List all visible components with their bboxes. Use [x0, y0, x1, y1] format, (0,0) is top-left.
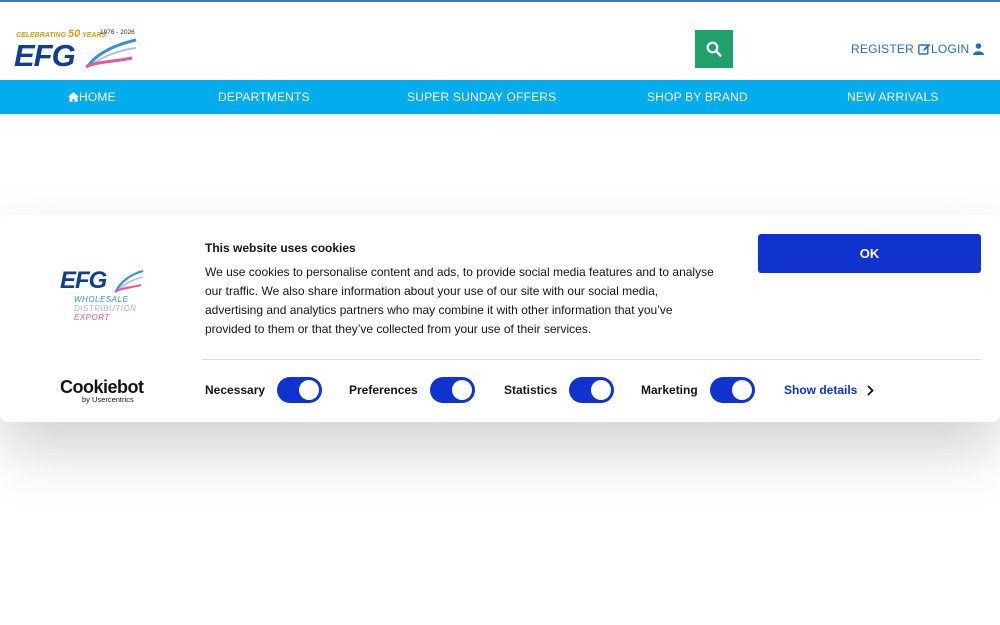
search-button[interactable]	[695, 30, 733, 68]
banner-logo-line-distribution: DISTRIBUTION	[74, 304, 137, 313]
nav-item-home[interactable]: HOME	[68, 80, 116, 114]
cookiebot-logo[interactable]: Cookiebot by Usercentrics	[60, 377, 150, 404]
toggle-group-statistics: Statistics	[504, 377, 615, 403]
toggle-knob	[299, 380, 320, 400]
nav-item-shop-by-brand[interactable]: SHOP BY BRAND	[647, 80, 748, 114]
search-icon	[706, 41, 722, 57]
toggle-necessary[interactable]	[277, 377, 323, 403]
banner-logo-line-wholesale: WHOLESALE	[74, 295, 129, 304]
show-details-link[interactable]: Show details	[784, 377, 875, 403]
banner-logo-line-export: EXPORT	[74, 313, 110, 322]
banner-logo-wordmark: EFG	[60, 267, 107, 294]
banner-divider	[202, 359, 981, 360]
register-link[interactable]: REGISTER	[851, 42, 931, 56]
show-details-label: Show details	[784, 383, 858, 397]
toggle-knob	[591, 380, 612, 400]
nav-item-departments[interactable]: DEPARTMENTS	[218, 80, 310, 114]
cookie-banner-title: This website uses cookies	[205, 241, 356, 255]
user-icon	[973, 43, 985, 55]
toggle-knob	[731, 380, 752, 400]
edit-icon	[918, 43, 931, 55]
site-header: CELEBRATING 50 YEARS 1976 - 2026 EFG REG…	[0, 2, 1000, 80]
toggle-label-marketing: Marketing	[641, 383, 698, 397]
chevron-right-icon	[867, 384, 875, 396]
efg-logo[interactable]: CELEBRATING 50 YEARS 1976 - 2026 EFG	[14, 24, 139, 74]
nav-item-super-sunday-offers[interactable]: SUPER SUNDAY OFFERS	[407, 80, 556, 114]
logo-wordmark: EFG	[14, 38, 76, 73]
logo-swoosh-icon	[85, 38, 137, 69]
toggle-label-necessary: Necessary	[205, 383, 266, 397]
toggle-statistics[interactable]	[569, 377, 615, 403]
toggle-group-necessary: Necessary	[205, 377, 323, 403]
login-link[interactable]: LOGIN	[931, 42, 985, 56]
login-label: LOGIN	[931, 42, 970, 56]
toggle-preferences[interactable]	[429, 377, 475, 403]
home-icon	[68, 92, 79, 102]
toggle-label-statistics: Statistics	[504, 383, 558, 397]
toggle-group-preferences: Preferences	[349, 377, 475, 403]
anniversary-years: 1976 - 2026	[100, 29, 135, 36]
main-nav: HOME DEPARTMENTS SUPER SUNDAY OFFERS SHO…	[0, 80, 1000, 114]
toggle-knob	[451, 380, 472, 400]
cookie-banner-text: We use cookies to personalise content an…	[205, 265, 714, 336]
ok-button[interactable]: OK	[758, 234, 981, 273]
toggle-label-preferences: Preferences	[349, 383, 418, 397]
toggle-marketing[interactable]	[709, 377, 755, 403]
nav-item-new-arrivals[interactable]: NEW ARRIVALS	[847, 80, 939, 114]
nav-item-label: HOME	[79, 90, 116, 104]
register-label: REGISTER	[851, 42, 914, 56]
cookie-consent-banner: EFG WHOLESALE DISTRIBUTION EXPORT Cookie…	[0, 215, 1000, 422]
banner-efg-logo: EFG WHOLESALE DISTRIBUTION EXPORT	[58, 267, 158, 327]
toggle-group-marketing: Marketing	[641, 377, 755, 403]
banner-logo-swoosh-icon	[114, 269, 144, 293]
